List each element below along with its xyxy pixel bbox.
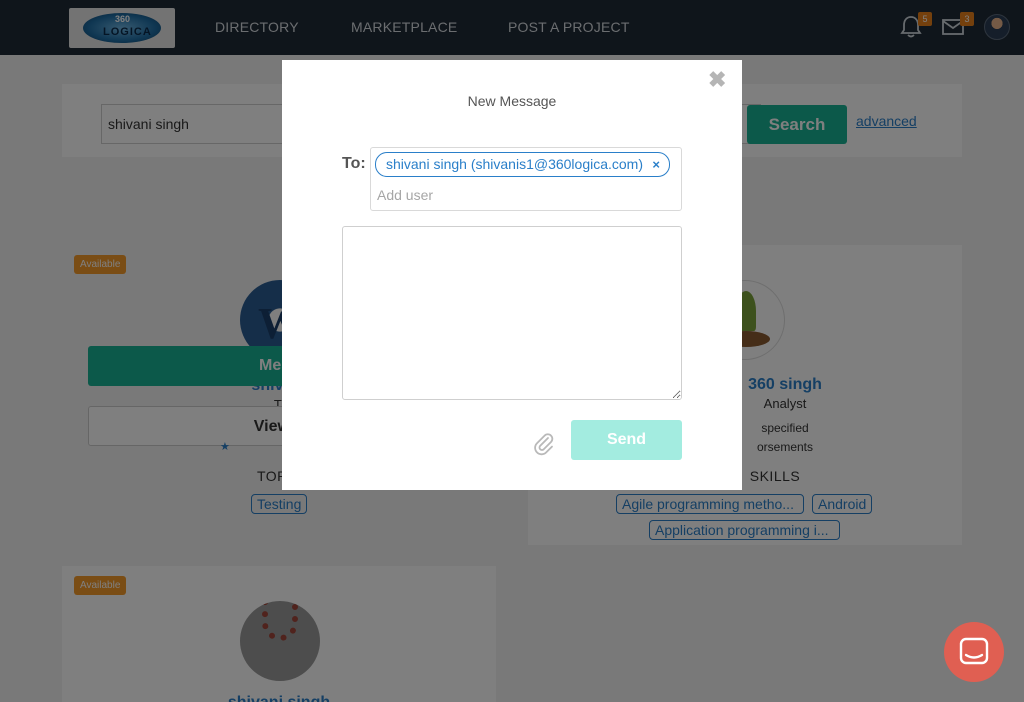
dialog-title: New Message <box>467 93 557 109</box>
chat-launcher-button[interactable] <box>944 622 1004 682</box>
send-button[interactable]: Send <box>571 420 682 460</box>
add-user-input[interactable] <box>377 185 667 205</box>
chat-icon <box>959 637 989 665</box>
remove-recipient-icon[interactable]: × <box>652 153 660 176</box>
message-body-textarea[interactable] <box>342 226 682 400</box>
close-icon[interactable]: ✖ <box>708 69 726 91</box>
to-label: To: <box>342 155 366 172</box>
recipient-chip: shivani singh (shivanis1@360logica.com) … <box>375 152 671 177</box>
recipient-field[interactable]: shivani singh (shivanis1@360logica.com) … <box>370 147 682 211</box>
paperclip-icon[interactable] <box>532 432 556 456</box>
new-message-dialog: ✖ New Message To: shivani singh (shivani… <box>282 60 742 490</box>
recipient-name: shivani singh (shivanis1@360logica.com) <box>386 156 644 172</box>
